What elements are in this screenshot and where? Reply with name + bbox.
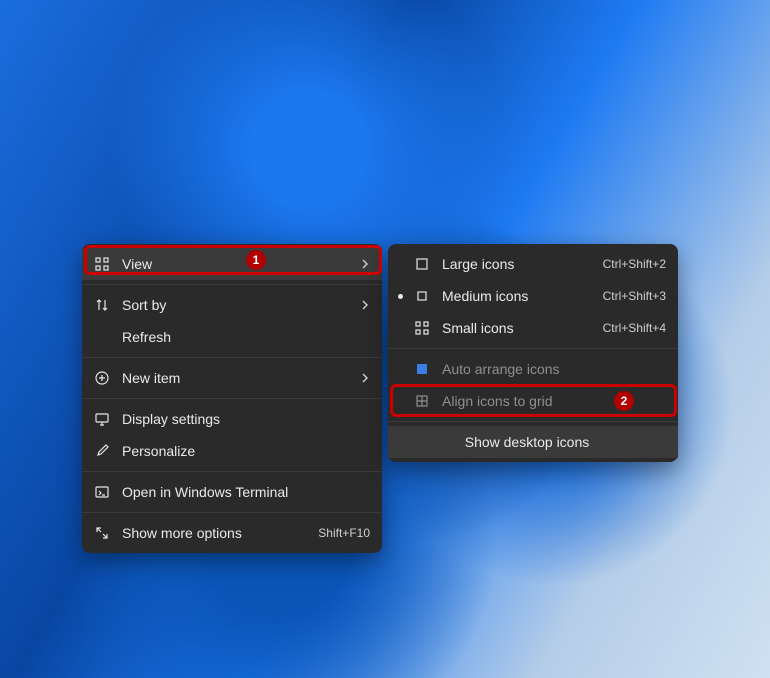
menu-item-label: Refresh [122, 330, 370, 344]
plus-circle-icon [94, 370, 110, 386]
blank-icon [94, 329, 110, 345]
menu-item-label: Auto arrange icons [442, 362, 666, 376]
expand-icon [94, 525, 110, 541]
align-grid-icon [414, 393, 430, 409]
context-menu-main: View Sort by Refresh New item Display [82, 244, 382, 553]
menu-item-align-to-grid[interactable]: Align icons to grid [388, 385, 678, 417]
display-icon [94, 411, 110, 427]
brush-icon [94, 443, 110, 459]
menu-item-shortcut: Shift+F10 [318, 527, 370, 539]
menu-item-shortcut: Ctrl+Shift+2 [603, 258, 666, 270]
menu-separator [82, 512, 382, 513]
menu-item-label: Medium icons [442, 289, 595, 303]
chevron-right-icon [360, 298, 370, 312]
menu-item-label: View [122, 257, 354, 271]
menu-item-shortcut: Ctrl+Shift+4 [603, 322, 666, 334]
large-icons-icon [414, 256, 430, 272]
chevron-right-icon [360, 371, 370, 385]
context-menu-view-submenu: Large icons Ctrl+Shift+2 Medium icons Ct… [388, 244, 678, 462]
menu-item-label: Display settings [122, 412, 370, 426]
medium-icons-icon [414, 288, 430, 304]
menu-item-new-item[interactable]: New item [82, 362, 382, 394]
menu-item-label: Align icons to grid [442, 394, 666, 408]
menu-item-personalize[interactable]: Personalize [82, 435, 382, 467]
chevron-right-icon [360, 257, 370, 271]
menu-item-label: Personalize [122, 444, 370, 458]
menu-item-label: Small icons [442, 321, 595, 335]
auto-arrange-icon [414, 361, 430, 377]
menu-item-refresh[interactable]: Refresh [82, 321, 382, 353]
menu-separator [82, 284, 382, 285]
menu-item-large-icons[interactable]: Large icons Ctrl+Shift+2 [388, 248, 678, 280]
sort-icon [94, 297, 110, 313]
menu-separator [82, 398, 382, 399]
menu-item-label: Show desktop icons [465, 435, 590, 449]
radio-indicator [394, 294, 406, 299]
menu-item-label: Open in Windows Terminal [122, 485, 370, 499]
menu-item-label: Sort by [122, 298, 354, 312]
menu-separator [82, 357, 382, 358]
menu-item-open-terminal[interactable]: Open in Windows Terminal [82, 476, 382, 508]
menu-item-sort-by[interactable]: Sort by [82, 289, 382, 321]
menu-item-medium-icons[interactable]: Medium icons Ctrl+Shift+3 [388, 280, 678, 312]
menu-item-show-more-options[interactable]: Show more options Shift+F10 [82, 517, 382, 549]
menu-item-auto-arrange[interactable]: Auto arrange icons [388, 353, 678, 385]
menu-separator [388, 421, 678, 422]
menu-separator [82, 471, 382, 472]
terminal-icon [94, 484, 110, 500]
small-icons-icon [414, 320, 430, 336]
menu-item-label: New item [122, 371, 354, 385]
menu-separator [388, 348, 678, 349]
menu-item-small-icons[interactable]: Small icons Ctrl+Shift+4 [388, 312, 678, 344]
menu-item-label: Show more options [122, 526, 310, 540]
menu-item-display-settings[interactable]: Display settings [82, 403, 382, 435]
menu-item-show-desktop-icons[interactable]: Show desktop icons [388, 426, 678, 458]
grid-icon [94, 256, 110, 272]
menu-item-shortcut: Ctrl+Shift+3 [603, 290, 666, 302]
menu-item-label: Large icons [442, 257, 595, 271]
menu-item-view[interactable]: View [82, 248, 382, 280]
